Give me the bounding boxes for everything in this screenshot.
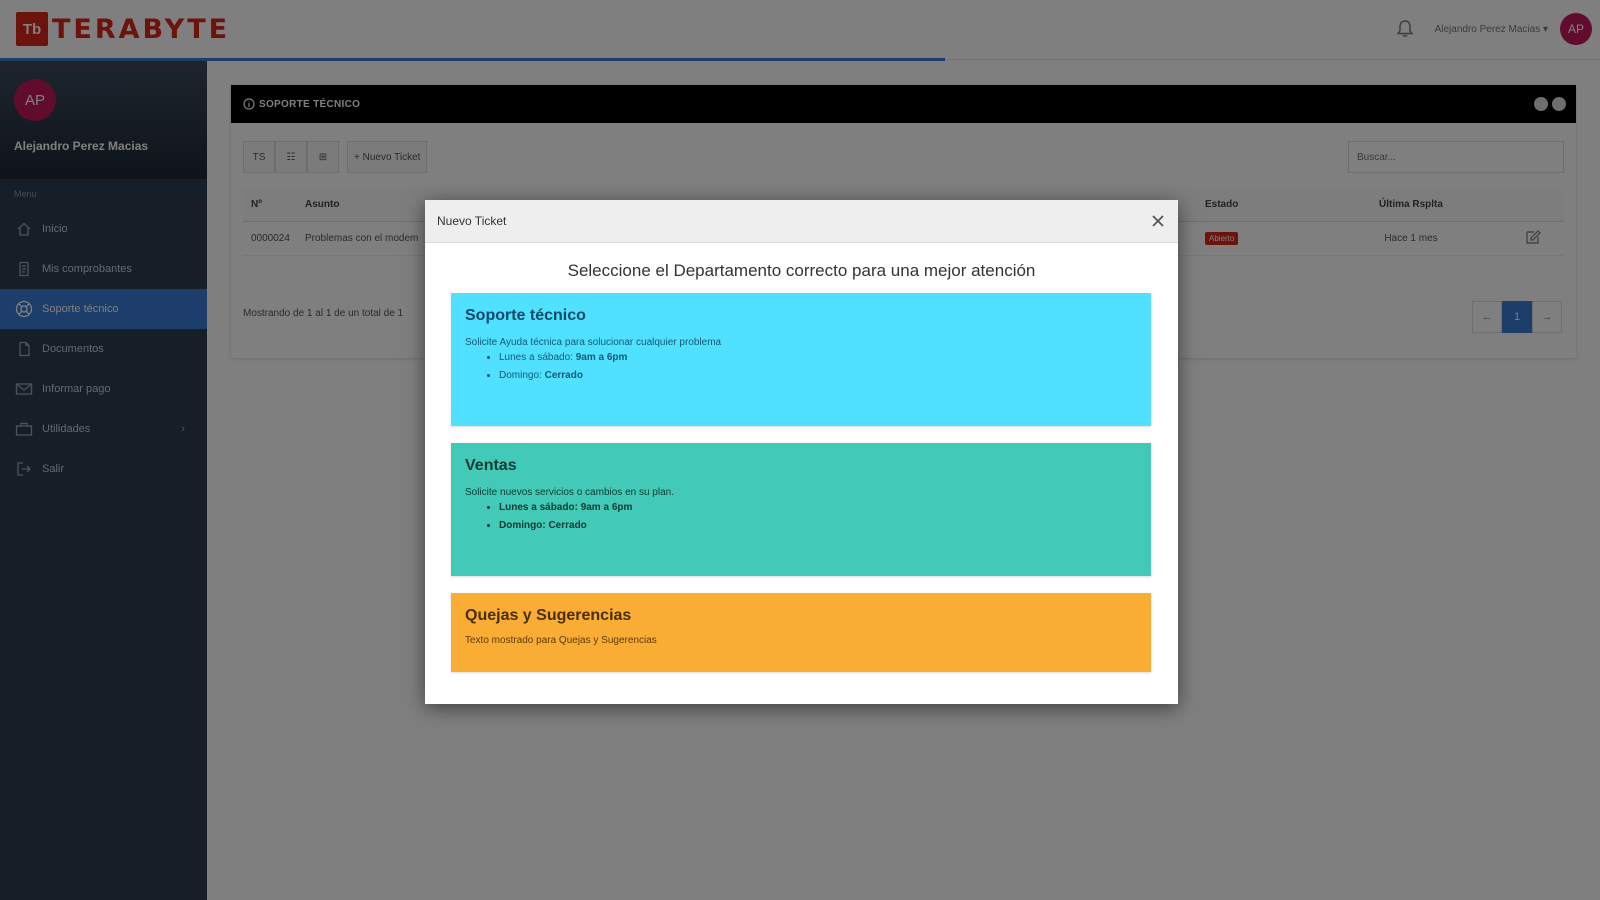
department-card-quejas-sugerencias[interactable]: Quejas y Sugerencias Texto mostrado para… — [451, 593, 1151, 672]
modal-title: Nuevo Ticket — [437, 214, 507, 228]
hours-item: Domingo: Cerrado — [499, 370, 1137, 381]
department-card-soporte-tecnico[interactable]: Soporte técnico Solicite Ayuda técnica p… — [451, 293, 1151, 426]
department-card-ventas[interactable]: Ventas Solicite nuevos servicios o cambi… — [451, 443, 1151, 576]
modal-subtitle: Seleccione el Departamento correcto para… — [567, 261, 1036, 280]
hours-item: Domingo: Cerrado — [499, 520, 1137, 531]
department-description: Texto mostrado para Quejas y Sugerencias — [465, 635, 657, 646]
hours-item: Lunes a sábado: 9am a 6pm — [499, 352, 1137, 363]
department-title: Ventas — [465, 457, 517, 474]
close-icon[interactable] — [1148, 211, 1168, 231]
department-title: Soporte técnico — [465, 307, 586, 324]
modal-header: Nuevo Ticket — [425, 200, 1178, 243]
department-description: Solicite Ayuda técnica para solucionar c… — [465, 337, 722, 348]
hours-item: Lunes a sábado: 9am a 6pm — [499, 502, 1137, 513]
department-title: Quejas y Sugerencias — [465, 607, 632, 624]
new-ticket-modal: Nuevo Ticket Seleccione el Departamento … — [425, 200, 1178, 704]
department-hours: Lunes a sábado: 9am a 6pm Domingo: Cerra… — [499, 502, 1137, 531]
department-hours: Lunes a sábado: 9am a 6pm Domingo: Cerra… — [499, 352, 1137, 381]
department-description: Solicite nuevos servicios o cambios en s… — [465, 487, 674, 498]
